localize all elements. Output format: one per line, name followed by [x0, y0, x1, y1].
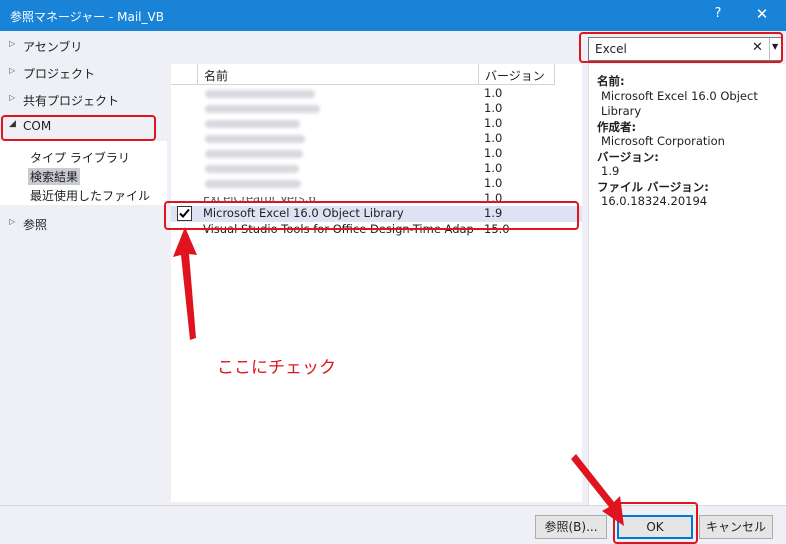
nav-item-label: 参照	[23, 218, 48, 232]
nav-item-projects[interactable]: ▷ プロジェクト	[0, 62, 167, 84]
blurred-name	[205, 120, 300, 128]
row-name: ExcelCreator Vers.6	[203, 191, 316, 205]
window-title: 参照マネージャー - Mail_VB	[10, 10, 164, 24]
nav-sub-search-results[interactable]: 検索結果	[28, 168, 81, 185]
close-button[interactable]: ✕	[754, 5, 770, 23]
row-version: 1.0	[484, 176, 503, 190]
details-pane: 名前: Microsoft Excel 16.0 Object Library …	[588, 64, 786, 505]
list-row[interactable]: 1.0	[171, 176, 582, 191]
list-row[interactable]: 1.0	[171, 131, 582, 146]
reference-list: 名前 バージョン 1.0 1.0 1.0 1.0 1.0 1.0 1.0 Exc…	[171, 64, 582, 502]
expand-arrow-icon[interactable]: ▷	[9, 39, 15, 48]
nav-sub-type-libraries[interactable]: タイプ ライブラリ	[30, 149, 130, 166]
blurred-name	[205, 165, 299, 173]
button-bar: 参照(B)... OK キャンセル	[0, 505, 786, 544]
blurred-name	[205, 90, 315, 98]
nav-item-shared-projects[interactable]: ▷ 共有プロジェクト	[0, 89, 167, 111]
column-header-check	[171, 64, 198, 85]
row-version: 1.0	[484, 101, 503, 115]
row-version: 1.0	[484, 86, 503, 100]
blurred-name	[205, 150, 303, 158]
nav-item-label: プロジェクト	[23, 67, 96, 81]
row-version: 1.0	[484, 131, 503, 145]
clear-search-icon[interactable]: ✕	[752, 40, 763, 55]
check-icon	[179, 208, 190, 218]
detail-file-version-label: ファイル バージョン:	[597, 180, 709, 194]
row-version: 1.0	[484, 161, 503, 175]
row-version: 1.0	[484, 146, 503, 160]
detail-name-value: Microsoft Excel 16.0 Object Library	[601, 89, 758, 118]
blurred-name	[205, 135, 305, 143]
detail-version-value: 1.9	[601, 164, 620, 178]
row-version: 15.0	[484, 222, 510, 236]
nav-item-label: COM	[23, 119, 52, 133]
search-dropdown-button[interactable]: ▼	[769, 38, 782, 60]
navigation-pane: ▷ アセンブリ ▷ プロジェクト ▷ 共有プロジェクト ◢ COM タイプ ライ…	[0, 31, 167, 505]
detail-name-label: 名前:	[597, 74, 625, 88]
row-name: Visual Studio Tools for Office Design-Ti…	[203, 222, 473, 236]
detail-file-version-value: 16.0.18324.20194	[601, 194, 708, 208]
ok-button[interactable]: OK	[617, 515, 693, 539]
row-version: 1.0	[484, 191, 503, 205]
column-header-label: 名前	[204, 69, 229, 83]
list-row[interactable]: 1.0	[171, 161, 582, 176]
title-bar: 参照マネージャー - Mail_VB ? ✕	[0, 0, 786, 31]
row-version: 1.0	[484, 116, 503, 130]
expand-arrow-icon[interactable]: ▷	[9, 66, 15, 75]
annotation-text: ここにチェック	[217, 358, 336, 378]
nav-sub-recent-files[interactable]: 最近使用したファイル	[30, 187, 150, 204]
blurred-name	[205, 105, 320, 113]
reference-checkbox[interactable]	[177, 206, 192, 221]
detail-version-label: バージョン:	[597, 150, 659, 164]
column-header-name[interactable]: 名前	[198, 64, 479, 85]
cancel-button[interactable]: キャンセル	[699, 515, 773, 539]
help-button[interactable]: ?	[711, 6, 725, 21]
nav-item-label: アセンブリ	[23, 40, 83, 54]
expand-arrow-icon[interactable]: ▷	[9, 217, 15, 226]
search-box[interactable]: Excel ✕ ▼	[588, 37, 783, 61]
blurred-name	[205, 180, 301, 188]
nav-item-com[interactable]: ◢ COM	[0, 116, 167, 138]
expand-arrow-icon[interactable]: ▷	[9, 93, 15, 102]
detail-author-value: Microsoft Corporation	[601, 134, 725, 148]
nav-item-label: 共有プロジェクト	[23, 94, 120, 108]
list-row[interactable]: ExcelCreator Vers.6 1.0	[171, 191, 582, 206]
list-row[interactable]: Visual Studio Tools for Office Design-Ti…	[171, 222, 582, 237]
list-row[interactable]: 1.0	[171, 146, 582, 161]
row-name: Microsoft Excel 16.0 Object Library	[203, 206, 404, 220]
list-row[interactable]: 1.0	[171, 86, 582, 101]
column-header-version[interactable]: バージョン	[479, 64, 555, 85]
chevron-down-icon: ▼	[772, 42, 779, 51]
list-row[interactable]: 1.0	[171, 101, 582, 116]
browse-button[interactable]: 参照(B)...	[535, 515, 607, 539]
column-header-label: バージョン	[485, 69, 545, 83]
nav-item-assemblies[interactable]: ▷ アセンブリ	[0, 35, 167, 57]
collapse-arrow-icon[interactable]: ◢	[9, 119, 16, 129]
list-row-selected[interactable]: Microsoft Excel 16.0 Object Library 1.9	[171, 206, 582, 222]
list-row[interactable]: 1.0	[171, 116, 582, 131]
nav-item-browse[interactable]: ▷ 参照	[0, 213, 167, 235]
detail-author-label: 作成者:	[597, 120, 637, 134]
search-input[interactable]: Excel	[595, 42, 627, 56]
row-version: 1.9	[484, 206, 503, 220]
